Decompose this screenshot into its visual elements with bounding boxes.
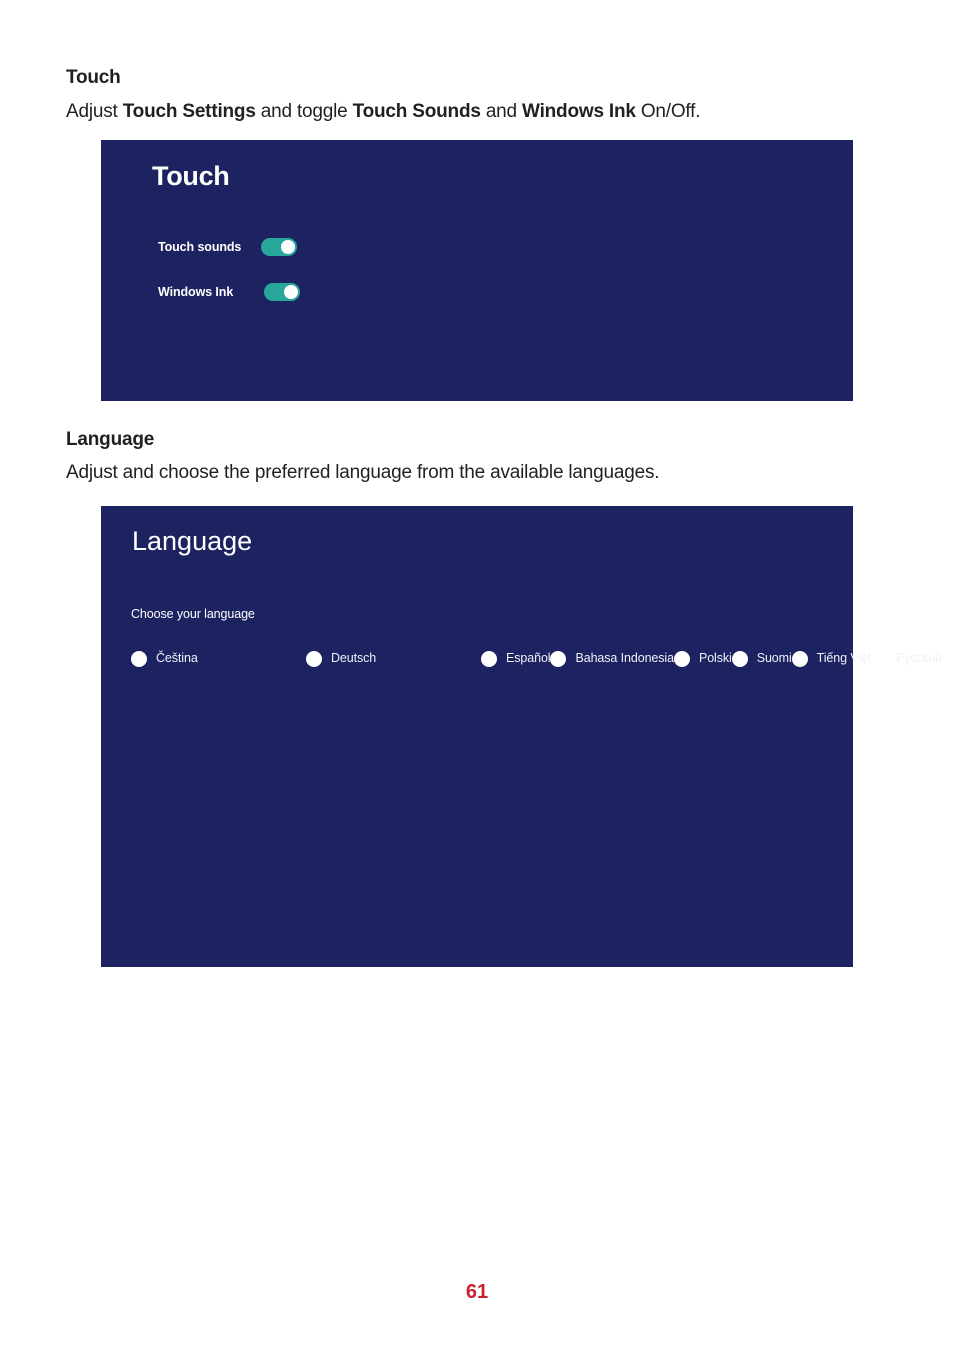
language-settings-screenshot: Language bbox=[101, 506, 853, 967]
language-option[interactable]: Español bbox=[481, 643, 551, 674]
desc-text-part: On/Off. bbox=[635, 101, 701, 122]
radio-unselected-icon[interactable] bbox=[481, 650, 497, 667]
desc-text-part: Adjust bbox=[66, 101, 123, 122]
touch-sounds-row[interactable]: Touch sounds bbox=[158, 238, 297, 256]
language-option[interactable]: Tiếng Việt bbox=[791, 643, 872, 674]
language-option-label: Tiếng Việt bbox=[816, 651, 872, 666]
radio-unselected-icon[interactable] bbox=[131, 650, 147, 667]
desc-text-part: and toggle bbox=[255, 101, 353, 122]
language-option-label: Deutsch bbox=[331, 651, 377, 666]
radio-unselected-icon[interactable] bbox=[791, 650, 808, 667]
radio-unselected-icon[interactable] bbox=[731, 650, 748, 667]
language-option[interactable]: Русский bbox=[871, 643, 942, 674]
language-option[interactable]: Suomi bbox=[731, 643, 792, 674]
windows-ink-row[interactable]: Windows Ink bbox=[158, 283, 300, 301]
language-option[interactable]: ไทย bbox=[941, 643, 954, 674]
language-option[interactable]: Polski bbox=[673, 643, 732, 674]
desc-bold-touch-sounds: Touch Sounds bbox=[352, 101, 481, 122]
language-option-list: Čeština Deutsch Español Bahasa Indonesia Pol… bbox=[131, 643, 954, 674]
language-option[interactable]: Bahasa Indonesia bbox=[550, 643, 674, 674]
touch-section-heading: Touch bbox=[66, 67, 121, 88]
language-option[interactable]: Deutsch bbox=[306, 643, 481, 674]
desc-bold-windows-ink: Windows Ink bbox=[522, 101, 636, 122]
touch-sounds-label: Touch sounds bbox=[158, 240, 242, 254]
language-option-label: Čeština bbox=[156, 651, 198, 666]
language-option-label: Español bbox=[506, 651, 551, 666]
windows-ink-toggle[interactable] bbox=[264, 283, 300, 301]
manual-page: Touch Adjust Touch Settings and toggle T… bbox=[0, 0, 954, 1350]
language-section-description: Adjust and choose the preferred language… bbox=[66, 462, 660, 483]
page-number: 61 bbox=[465, 1281, 489, 1303]
language-section-heading: Language bbox=[66, 429, 155, 450]
radio-unselected-icon[interactable] bbox=[306, 650, 322, 667]
toggle-knob-icon bbox=[284, 285, 298, 299]
language-option-label: Polski bbox=[698, 651, 732, 666]
language-panel-title: Language bbox=[132, 526, 253, 556]
touch-sounds-toggle[interactable] bbox=[261, 238, 297, 256]
radio-unselected-icon[interactable] bbox=[871, 650, 888, 667]
touch-section-description: Adjust Touch Settings and toggle Touch S… bbox=[66, 101, 701, 123]
touch-panel-title: Touch bbox=[152, 161, 230, 191]
language-option-label: Bahasa Indonesia bbox=[575, 651, 674, 666]
desc-text-part: and bbox=[480, 101, 522, 122]
choose-your-language-label: Choose your language bbox=[131, 607, 255, 621]
language-option-label: Русский bbox=[896, 651, 942, 666]
radio-unselected-icon[interactable] bbox=[941, 650, 954, 667]
windows-ink-label: Windows Ink bbox=[158, 285, 234, 299]
touch-settings-screenshot: Touch bbox=[101, 140, 853, 401]
desc-bold-touch-settings: Touch Settings bbox=[122, 101, 256, 122]
language-option[interactable]: Čeština bbox=[131, 643, 306, 674]
radio-unselected-icon[interactable] bbox=[673, 650, 690, 667]
language-option-label: Suomi bbox=[756, 651, 792, 666]
radio-unselected-icon[interactable] bbox=[550, 650, 567, 667]
toggle-knob-icon bbox=[281, 240, 295, 254]
